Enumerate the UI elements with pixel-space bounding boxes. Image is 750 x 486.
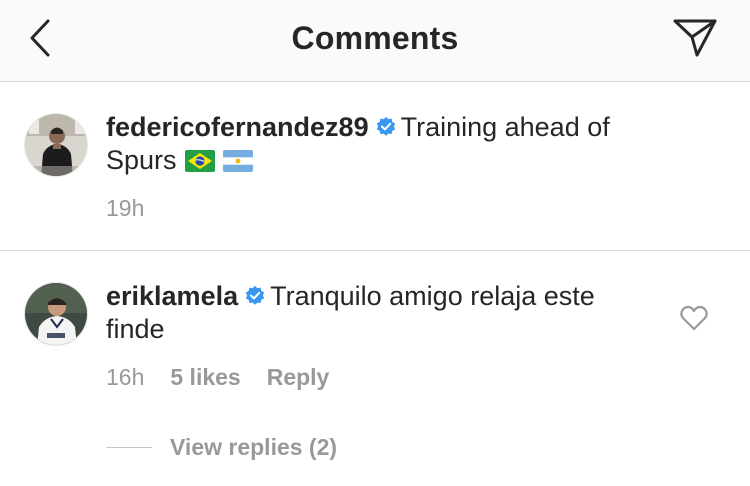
avatar-photo: [25, 283, 87, 345]
view-replies-button[interactable]: View replies (2): [106, 434, 337, 461]
like-button[interactable]: [680, 305, 708, 331]
comment-username[interactable]: eriklamela: [106, 281, 238, 311]
heart-outline-icon: [680, 305, 708, 331]
verified-badge-icon: [245, 285, 265, 305]
avatar[interactable]: [24, 282, 88, 346]
reply-button[interactable]: Reply: [267, 364, 330, 391]
post-caption: federicofernandez89 Training ahead of Sp…: [0, 83, 750, 251]
likes-count[interactable]: 5 likes: [170, 364, 240, 391]
comment-text-block: eriklamela Tranquilo amigo relaja este f…: [106, 280, 646, 346]
comment-item: eriklamela Tranquilo amigo relaja este f…: [0, 252, 750, 486]
share-button[interactable]: [670, 14, 720, 62]
caption-timestamp: 19h: [106, 195, 145, 221]
avatar-photo: [25, 114, 87, 176]
replies-divider-line: [106, 447, 152, 448]
page-title: Comments: [291, 20, 459, 56]
comment-meta: 16h 5 likes Reply: [106, 364, 329, 391]
verified-badge-icon: [376, 116, 395, 136]
argentina-flag-icon: [222, 150, 253, 172]
avatar[interactable]: [24, 113, 88, 177]
comments-header: Comments: [0, 0, 750, 82]
view-replies-label: View replies (2): [170, 434, 338, 460]
caption-text-block: federicofernandez89 Training ahead of Sp…: [106, 111, 666, 177]
caption-username[interactable]: federicofernandez89: [106, 112, 369, 142]
brazil-flag-icon: [184, 150, 215, 172]
direct-send-icon: [673, 19, 717, 57]
caption-meta: 19h: [106, 195, 144, 222]
comment-timestamp: 16h: [106, 364, 145, 390]
